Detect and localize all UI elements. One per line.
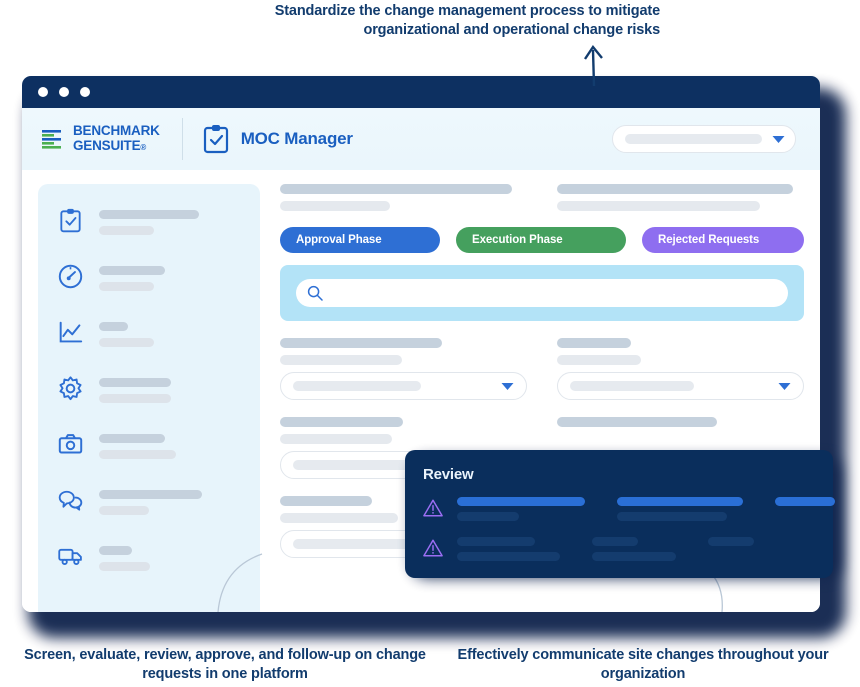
sidebar-item-analytics[interactable] [38, 318, 260, 374]
chevron-down-icon [778, 382, 791, 390]
headline-bottom-right: Effectively communicate site changes thr… [457, 647, 829, 682]
review-cell [775, 497, 835, 527]
review-cell [457, 497, 585, 527]
tab-label: Execution Phase [472, 234, 563, 246]
filter-select-2[interactable] [557, 372, 804, 400]
module-identity: MOC Manager [203, 124, 353, 154]
header-dropdown-value [625, 134, 762, 144]
review-panel-title: Review [423, 466, 474, 483]
review-panel: Review [405, 450, 835, 578]
sidebar-item-settings[interactable] [38, 374, 260, 430]
promo-stage: Standardize the change management proces… [0, 0, 860, 687]
gauge-icon [58, 264, 83, 289]
content-heading-right [557, 184, 804, 211]
headline-top: Standardize the change management proces… [274, 3, 660, 38]
headline-bottom-left: Screen, evaluate, review, approve, and f… [24, 647, 426, 682]
close-dot-icon[interactable] [38, 87, 48, 97]
tab-label: Approval Phase [296, 234, 382, 246]
maximize-dot-icon[interactable] [80, 87, 90, 97]
arrow-up-icon [584, 44, 603, 86]
sidebar-item-dashboard[interactable] [38, 262, 260, 318]
sidebar-item-label [99, 542, 150, 578]
tab-rejected-requests[interactable]: Rejected Requests [642, 227, 804, 253]
sidebar-item-requests[interactable] [38, 206, 260, 262]
warning-triangle-icon [423, 539, 443, 557]
phase-tabs: Approval Phase Execution Phase Rejected … [280, 227, 804, 253]
warning-triangle-icon [423, 499, 443, 517]
content-heading-left [280, 184, 527, 211]
sidebar-item-label [99, 374, 171, 410]
header-dropdown[interactable] [612, 125, 796, 153]
minimize-dot-icon[interactable] [59, 87, 69, 97]
sidebar-item-label [99, 318, 154, 354]
benchmark-bars-logo-icon [42, 130, 61, 149]
clipboard-check-icon [203, 125, 228, 154]
filter-field-2 [557, 338, 804, 400]
sidebar-item-label [99, 262, 165, 298]
registered-mark: ® [140, 143, 147, 152]
camera-icon [58, 434, 83, 454]
tab-approval-phase[interactable]: Approval Phase [280, 227, 440, 253]
brand-line-1: BENCHMARK [73, 122, 160, 138]
tab-label: Rejected Requests [658, 234, 760, 246]
window-title-bar [22, 76, 820, 108]
chat-bubbles-icon [58, 490, 83, 511]
header-divider [181, 118, 183, 160]
search-icon [307, 285, 323, 301]
sidebar [38, 184, 260, 612]
chevron-down-icon [501, 382, 514, 390]
review-cell [617, 497, 743, 527]
sidebar-item-discussions[interactable] [38, 486, 260, 542]
review-cell [592, 537, 676, 567]
sidebar-item-photos[interactable] [38, 430, 260, 486]
line-chart-icon [59, 321, 83, 343]
sidebar-item-label [99, 486, 202, 522]
tab-execution-phase[interactable]: Execution Phase [456, 227, 626, 253]
review-row[interactable] [423, 537, 833, 567]
gear-icon [59, 376, 82, 401]
search-band [280, 265, 804, 321]
content-heading-row [280, 184, 804, 211]
sidebar-item-logistics[interactable] [38, 542, 260, 598]
review-cell [457, 537, 560, 567]
brand-wordmark: BENCHMARK GENSUITE® [73, 122, 160, 155]
sidebar-item-label [99, 430, 176, 466]
clipboard-check-icon [60, 208, 81, 233]
search-input[interactable] [296, 279, 788, 307]
app-header: BENCHMARK GENSUITE® MOC Manager [22, 108, 820, 170]
sidebar-item-label [99, 206, 199, 242]
truck-icon [58, 548, 82, 565]
review-row[interactable] [423, 497, 835, 527]
brand-line-2: GENSUITE [73, 138, 141, 153]
module-title: MOC Manager [240, 129, 353, 148]
review-cell [708, 537, 754, 567]
filter-field-1 [280, 338, 527, 400]
chevron-down-icon [772, 135, 785, 143]
brand-logo[interactable]: BENCHMARK GENSUITE® [42, 122, 160, 155]
filter-select-1[interactable] [280, 372, 527, 400]
filter-row-1 [280, 338, 804, 400]
